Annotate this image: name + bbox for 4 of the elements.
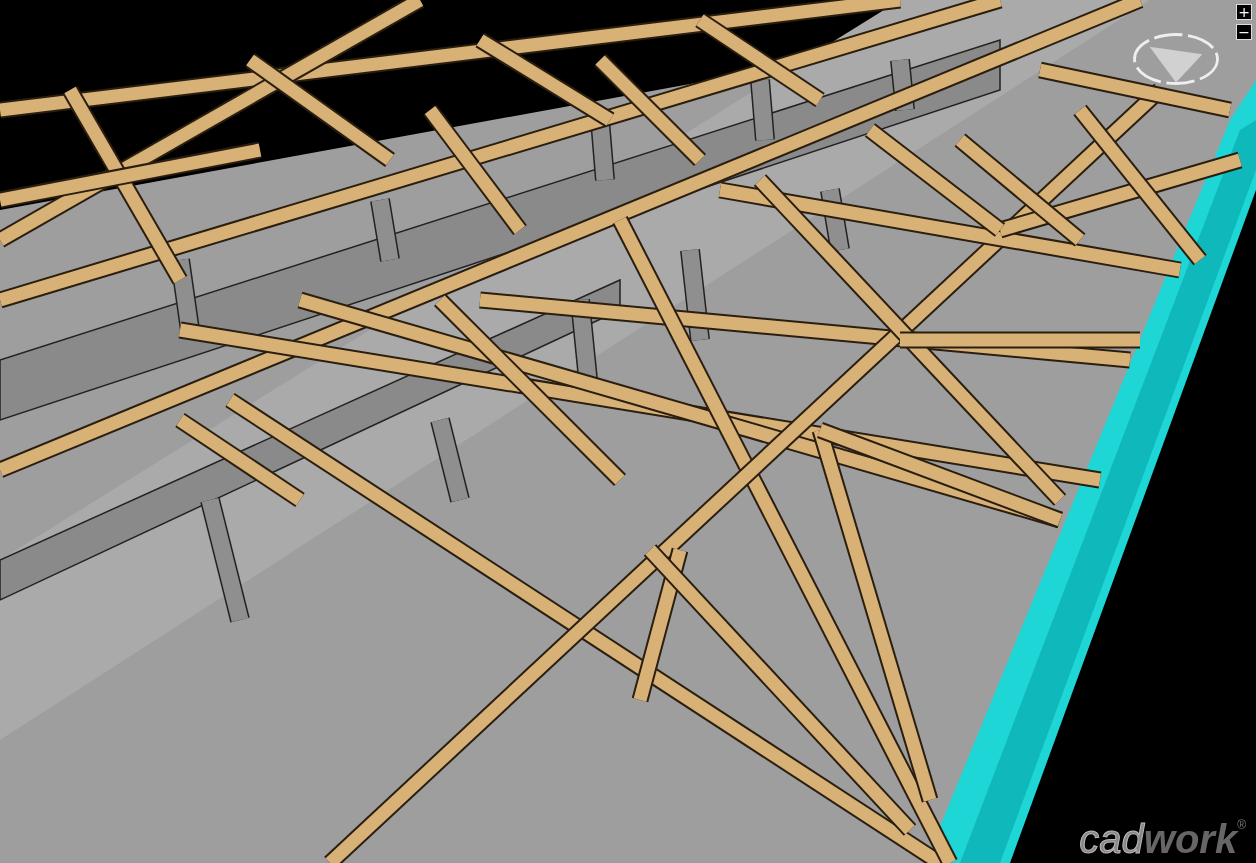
zoom-in-button[interactable]: + xyxy=(1236,4,1252,20)
cadwork-logo: cadwork$^{®}$ xyxy=(1079,819,1246,859)
3d-viewport[interactable]: + − cadwork$^{®}$ xyxy=(0,0,1256,863)
zoom-out-button[interactable]: − xyxy=(1236,24,1252,40)
